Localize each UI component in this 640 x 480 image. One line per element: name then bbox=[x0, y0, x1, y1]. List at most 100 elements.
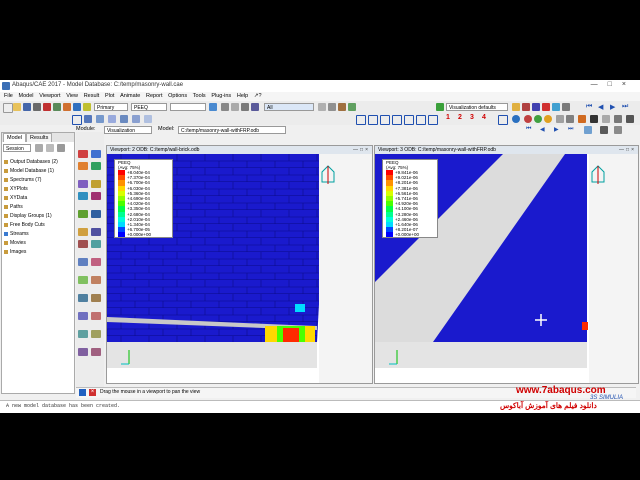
tree-item[interactable]: Movies bbox=[4, 239, 74, 248]
view-cut-icon[interactable] bbox=[91, 258, 101, 266]
save-icon[interactable] bbox=[23, 103, 31, 111]
color-code-icon[interactable] bbox=[522, 103, 530, 111]
model-select[interactable]: C:/temp/masonry-wall-withFRP.odb bbox=[178, 126, 286, 134]
plot-icon[interactable] bbox=[53, 103, 61, 111]
report-icon[interactable] bbox=[78, 240, 88, 248]
menu-plugins[interactable]: Plug-ins bbox=[211, 92, 231, 101]
tree-item[interactable]: Model Database (1) bbox=[4, 167, 74, 176]
lines-icon[interactable] bbox=[602, 115, 610, 123]
next-frame-icon[interactable]: ▶ bbox=[610, 103, 618, 111]
cancel-icon[interactable]: × bbox=[89, 389, 96, 396]
new-icon[interactable] bbox=[3, 103, 13, 113]
tree-expand-icon[interactable] bbox=[57, 144, 65, 152]
group-icon[interactable] bbox=[318, 103, 326, 111]
movie-icon[interactable] bbox=[614, 126, 622, 134]
mesh-icon[interactable] bbox=[590, 115, 598, 123]
view-right-icon[interactable] bbox=[416, 115, 426, 125]
display-group-icon[interactable] bbox=[78, 258, 88, 266]
layers-icon[interactable] bbox=[251, 103, 259, 111]
tree-item[interactable]: Streams bbox=[4, 230, 74, 239]
refresh-icon[interactable] bbox=[209, 103, 217, 111]
plot-symbols-icon[interactable] bbox=[91, 162, 101, 170]
tree-filter-icon[interactable] bbox=[35, 144, 43, 152]
view-iso-icon[interactable] bbox=[428, 115, 438, 125]
prev-frame-icon[interactable]: ◀ bbox=[598, 103, 606, 111]
menu-view[interactable]: View bbox=[66, 92, 78, 101]
display-group-select[interactable]: All bbox=[264, 103, 314, 111]
views-icon[interactable] bbox=[144, 115, 152, 123]
first-frame-icon[interactable]: ⏮ bbox=[586, 103, 594, 111]
redo-icon[interactable] bbox=[566, 115, 574, 123]
window-controls[interactable]: —□× bbox=[591, 81, 636, 88]
color-1-icon[interactable] bbox=[524, 115, 532, 123]
menu-report[interactable]: Report bbox=[146, 92, 163, 101]
module-select[interactable]: Visualization bbox=[104, 126, 152, 134]
add-icon[interactable] bbox=[348, 103, 356, 111]
palette-icon[interactable] bbox=[512, 103, 520, 111]
layout-option-3[interactable]: 3 bbox=[470, 114, 474, 121]
plot-contours-icon[interactable] bbox=[78, 162, 88, 170]
common-options-icon[interactable] bbox=[91, 180, 101, 188]
menu-viewport[interactable]: Viewport bbox=[39, 92, 60, 101]
annotation-icon[interactable] bbox=[91, 330, 101, 338]
plot-deformed-icon[interactable] bbox=[91, 150, 101, 158]
view-top-icon[interactable] bbox=[380, 115, 390, 125]
animate-icon[interactable] bbox=[78, 210, 88, 218]
zoom-icon[interactable] bbox=[96, 115, 104, 123]
tree-item[interactable]: XYData bbox=[4, 194, 74, 203]
auto-fit-icon[interactable] bbox=[120, 115, 128, 123]
field-variable-select[interactable]: PEEQ bbox=[131, 103, 167, 111]
free-body-icon[interactable] bbox=[78, 276, 88, 284]
component-select[interactable] bbox=[170, 103, 206, 111]
color-2-icon[interactable] bbox=[534, 115, 542, 123]
viewport-2[interactable]: Viewport: 2 ODB: C:/temp/wall-brick.odb … bbox=[106, 145, 373, 384]
symbol-options-icon[interactable] bbox=[91, 192, 101, 200]
anim-prev-icon[interactable]: ◀ bbox=[540, 126, 548, 134]
query-icon[interactable] bbox=[43, 103, 51, 111]
tree-collapse-icon[interactable] bbox=[46, 144, 54, 152]
tools-icon[interactable] bbox=[578, 115, 586, 123]
viewport-3[interactable]: Viewport: 3 ODB: C:/temp/masonry-wall-wi… bbox=[374, 145, 639, 384]
rotate-icon[interactable] bbox=[84, 115, 92, 123]
camera-icon[interactable] bbox=[600, 126, 608, 134]
display-icon[interactable] bbox=[241, 103, 249, 111]
view-icon[interactable] bbox=[231, 103, 239, 111]
tree-item[interactable]: Paths bbox=[4, 203, 74, 212]
perspective-icon[interactable] bbox=[552, 103, 560, 111]
render-icon[interactable] bbox=[542, 103, 550, 111]
tree-item[interactable]: XYPlots bbox=[4, 185, 74, 194]
info-icon[interactable] bbox=[512, 115, 520, 123]
pan-icon[interactable] bbox=[72, 115, 82, 125]
xy-plot-icon[interactable] bbox=[91, 228, 101, 236]
text-icon[interactable] bbox=[91, 348, 101, 356]
tab-model[interactable]: Model bbox=[3, 133, 26, 142]
layout-option-1[interactable]: 1 bbox=[446, 114, 450, 121]
allow-multiple-icon[interactable] bbox=[78, 180, 88, 188]
viewport-3-controls[interactable]: —□× bbox=[619, 146, 636, 154]
menu-result[interactable]: Result bbox=[84, 92, 100, 101]
menu-context-help[interactable]: ↗? bbox=[254, 92, 262, 101]
wireframe-icon[interactable] bbox=[614, 115, 622, 123]
view-back-icon[interactable] bbox=[368, 115, 378, 125]
menu-tools[interactable]: Tools bbox=[193, 92, 206, 101]
tree-item[interactable]: Free Body Cuts bbox=[4, 221, 74, 230]
tree-item[interactable]: Display Groups (1) bbox=[4, 212, 74, 221]
menu-model[interactable]: Model bbox=[19, 92, 34, 101]
view-bottom-icon[interactable] bbox=[392, 115, 402, 125]
back-arrow-icon[interactable] bbox=[79, 389, 86, 396]
menu-animate[interactable]: Animate bbox=[120, 92, 140, 101]
anim-play-icon[interactable]: ▶ bbox=[554, 126, 562, 134]
viewport-3-canvas[interactable]: PEEQ (Avg: 75%) +9.841e-06 +9.021e-06 +8.2… bbox=[375, 154, 638, 383]
layout-option-4[interactable]: 4 bbox=[482, 114, 486, 121]
cycle-views-icon[interactable] bbox=[132, 115, 140, 123]
anim-options-icon[interactable] bbox=[584, 126, 592, 134]
deformed-icon[interactable] bbox=[73, 103, 81, 111]
shade-icon[interactable] bbox=[562, 103, 570, 111]
grid-icon[interactable] bbox=[221, 103, 229, 111]
anim-first-icon[interactable]: ⏮ bbox=[526, 126, 534, 134]
output-position-select[interactable]: Primary bbox=[94, 103, 128, 111]
layout-option-2[interactable]: 2 bbox=[458, 114, 462, 121]
stream-icon[interactable] bbox=[91, 276, 101, 284]
last-frame-icon[interactable]: ⏭ bbox=[622, 103, 630, 111]
contour-icon[interactable] bbox=[83, 103, 91, 111]
